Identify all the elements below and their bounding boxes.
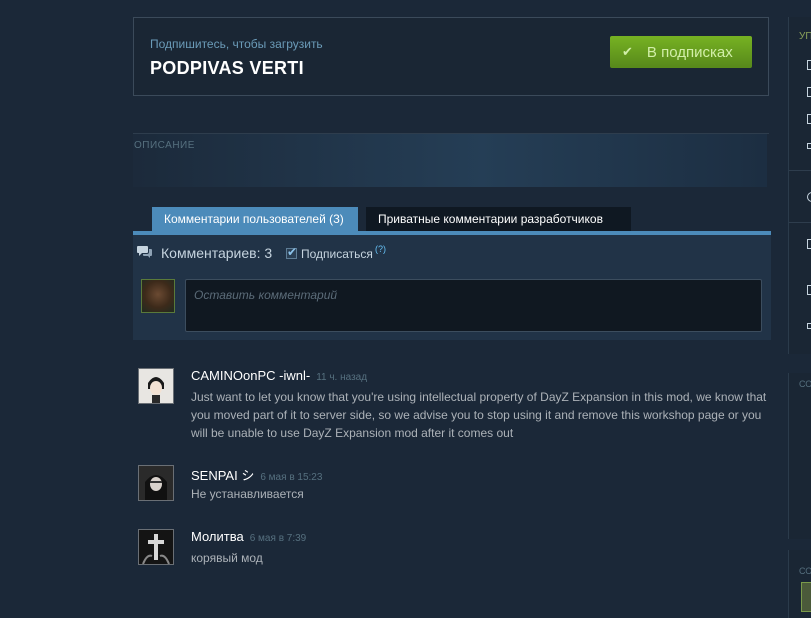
subscribe-checkbox[interactable]: ✔ [286,245,298,259]
document-icon [807,60,811,70]
subscribe-prompt: Подпишитесь, чтобы загрузить [150,37,323,51]
help-link[interactable]: (?) [375,244,386,254]
comment-author[interactable]: CAMINOonPC -iwnl- 11 ч. назад [191,368,367,383]
file-icon [807,114,811,124]
tab-developer-comments[interactable]: Приватные комментарии разработчиков (0) [366,207,631,250]
comment-text: Just want to let you know that you're us… [191,390,767,440]
comment-author-name[interactable]: Молитва [191,529,244,544]
comment-author-name[interactable]: CAMINOonPC -iwnl- [191,368,310,383]
avatar[interactable] [138,529,174,565]
subscribed-button[interactable]: ✔ В подписках [610,36,752,68]
sidebar-section-heading: СО [799,566,811,576]
divider [789,170,811,171]
avatar[interactable] [138,368,174,404]
comment-count: Комментариев: 3 [161,245,273,261]
comment-time: 6 мая в 15:23 [260,472,323,483]
comment-author[interactable]: SENPAI シ 6 мая в 15:23 [191,465,322,484]
thumbnail[interactable] [801,582,811,612]
comment-time: 11 ч. назад [316,372,368,383]
avatar-image [139,466,173,500]
description-body [133,134,767,187]
checkmark-icon: ✔ [622,44,633,59]
tab-user-comments[interactable]: Комментарии пользователей (3) [152,207,358,231]
subscribe-label[interactable]: Подписаться [301,247,373,261]
right-sidebar-panel: УП [788,17,811,354]
comment-time: 6 мая в 7:39 [249,533,307,544]
avatar-image [139,369,173,403]
divider [133,133,769,134]
comment-text: корявый мод [191,551,263,565]
comment-input[interactable]: Оставить комментарий [185,279,762,332]
description-label: ОПИСАНИЕ [134,140,195,151]
list-icon [807,87,811,97]
right-sidebar-panel-3: СО [788,550,811,618]
sidebar-heading: УП [799,31,811,42]
comment-entry-area: Оставить комментарий [133,270,771,340]
share-icon [807,285,811,295]
sidebar-section-heading: СО [799,379,811,389]
description-section: ОПИСАНИЕ [133,133,769,188]
subscribe-box: Подпишитесь, чтобы загрузить PODPIVAS VE… [133,17,769,96]
avatar-image [139,530,173,564]
link-icon [807,143,811,149]
avatar[interactable] [138,465,174,501]
check-icon: ✔ [287,245,298,259]
right-sidebar-panel-2: СО [788,373,811,539]
avatar [141,279,175,313]
award-icon [807,239,811,249]
mod-title: PODPIVAS VERTI [150,58,304,78]
comment-author[interactable]: Молитва 6 мая в 7:39 [191,529,306,544]
clock-icon [807,192,811,202]
comment-input-placeholder: Оставить комментарий [194,288,338,302]
comments-header: Комментариев: 3 ✔ Подписаться (?) [133,235,771,270]
chat-bubbles-icon [137,246,152,258]
divider [789,222,811,223]
arrow-icon [807,323,811,329]
comment-text: Не устанавливается [191,487,304,501]
comment-author-name[interactable]: SENPAI シ [191,468,254,483]
subscribed-button-label: В подписках [646,43,733,61]
comment-tabs: Комментарии пользователей (3) Приватные … [152,207,631,250]
